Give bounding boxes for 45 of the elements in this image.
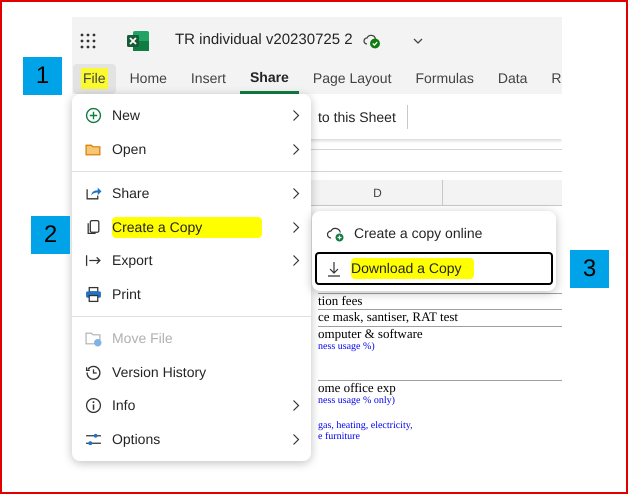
step-number-label: 1: [23, 57, 62, 95]
chevron-down-icon[interactable]: [412, 38, 423, 44]
cloud-plus-icon: [327, 226, 344, 242]
menu-item[interactable]: Create a copy online: [315, 217, 553, 250]
folder-move-icon: [85, 330, 102, 348]
ribbon-tab[interactable]: Page Layout: [302, 64, 402, 94]
step-number-label: 2: [31, 216, 70, 254]
column-header[interactable]: D: [313, 180, 443, 205]
cell-note-text: e furniture: [318, 431, 361, 442]
menu-item[interactable]: Info: [72, 389, 311, 422]
menu-item[interactable]: Export: [72, 244, 311, 278]
ribbon-tab[interactable]: File: [73, 64, 116, 94]
toolbar-text[interactable]: to this Sheet: [318, 106, 396, 128]
ribbon-tab[interactable]: Home: [120, 64, 177, 94]
ribbon-tab[interactable]: Formulas: [405, 64, 484, 94]
download-icon: [327, 260, 341, 276]
ribbon-tab[interactable]: Insert: [180, 64, 236, 94]
menu-item[interactable]: Download a Copy: [315, 252, 553, 285]
menu-item[interactable]: Create a Copy: [72, 210, 311, 244]
ribbon-tab[interactable]: R: [541, 64, 562, 94]
cloud-saved-icon: [362, 32, 381, 49]
plus-circle-icon: [85, 107, 102, 124]
share-icon: [85, 185, 102, 202]
menu-item[interactable]: Print: [72, 278, 311, 311]
printer-icon: [85, 286, 102, 303]
cell-note-text: ness usage %): [318, 341, 376, 352]
info-icon: [85, 397, 102, 414]
cell-note-text: ness usage % only): [318, 395, 396, 406]
menu-item[interactable]: Open: [72, 132, 311, 166]
menu-item[interactable]: Options: [72, 422, 311, 456]
cell-label-text: ce mask, santiser, RAT test: [318, 310, 460, 324]
spreadsheet-app-icon: [127, 30, 149, 51]
menu-item[interactable]: Version History: [72, 356, 311, 389]
cell-label-text: omputer & software: [318, 327, 424, 341]
cell-label-text: ome office exp: [318, 381, 397, 395]
copy-icon: [85, 218, 102, 236]
menu-item[interactable]: New: [72, 99, 311, 132]
cell-note-text: gas, heating, electricity,: [318, 420, 414, 431]
history-icon: [85, 364, 102, 381]
cell-label-text: tion fees: [318, 294, 364, 308]
menu-item[interactable]: Share: [72, 177, 311, 210]
step-number-label: 3: [570, 250, 609, 288]
document-title: TR individual v20230725 2: [175, 30, 353, 50]
app-launcher-icon[interactable]: [80, 32, 96, 49]
ribbon-tab[interactable]: Data: [488, 64, 538, 94]
